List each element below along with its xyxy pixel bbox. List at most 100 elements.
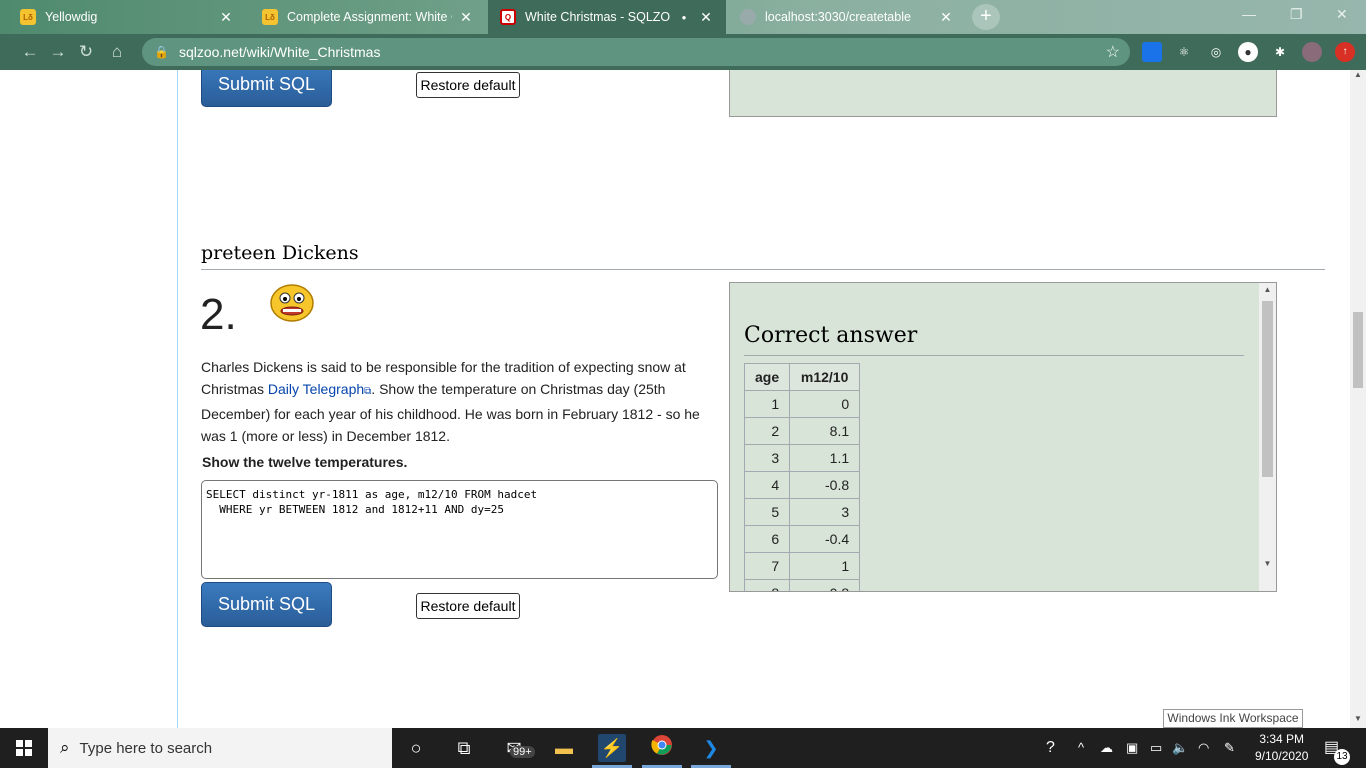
close-icon[interactable]: ✕ — [938, 9, 954, 26]
table-row: 2 8.1 — [743, 417, 861, 445]
table-row: 71 — [743, 552, 861, 580]
tab-yellowdig[interactable]: Lδ Yellowdig ✕ — [8, 0, 246, 34]
table-cell: 8.1 — [789, 417, 861, 445]
table-cell: 1 — [743, 390, 791, 418]
question-number: 2. — [200, 290, 237, 339]
table-cell: 3 — [789, 498, 861, 526]
vscode-icon[interactable]: ❯ — [697, 734, 725, 762]
task-view-icon[interactable]: ⧉ — [450, 734, 478, 762]
browser-tab-bar: Lδ Yellowdig ✕ Lδ Complete Assignment: W… — [0, 0, 1366, 34]
forward-icon[interactable]: → — [46, 40, 70, 64]
restore-window-icon[interactable]: ❐ — [1290, 6, 1303, 23]
react-icon[interactable]: ⚛ — [1174, 42, 1194, 62]
answer-panel[interactable]: Correct answer age m12/10 10 2 8.1 3 1.1 4… — [729, 282, 1277, 592]
tooltip: Windows Ink Workspace — [1163, 709, 1303, 728]
close-icon[interactable]: ✕ — [218, 9, 234, 26]
battery-icon[interactable]: ▭ — [1150, 728, 1162, 768]
tab-complete-assignment[interactable]: Lδ Complete Assignment: White Ch ✕ — [250, 0, 486, 34]
tab-localhost-createtable[interactable]: localhost:3030/createtable ✕ — [728, 0, 966, 34]
start-button[interactable] — [0, 728, 48, 768]
notification-count-badge: 13 — [1334, 749, 1350, 765]
tab-white-christmas-sqlzoo[interactable]: Q White Christmas - SQLZOO ● ✕ — [488, 0, 726, 34]
daily-telegraph-link[interactable]: Daily Telegraph — [268, 381, 364, 397]
pen-icon[interactable]: ✎ — [1224, 728, 1235, 768]
scroll-down-icon[interactable]: ▼ — [1259, 559, 1276, 568]
restore-default-button-previous[interactable]: Restore default — [416, 72, 520, 98]
file-explorer-icon[interactable]: ▬ — [550, 734, 578, 762]
reload-icon[interactable]: ↻ — [74, 40, 98, 64]
audio-dot-icon: ● — [681, 12, 687, 22]
yellowdig-favicon-icon: Lδ — [20, 9, 36, 25]
search-placeholder: Type here to search — [79, 739, 213, 757]
network-monitor-icon[interactable]: ▣ — [1126, 728, 1138, 768]
update-icon[interactable]: ↑ — [1335, 42, 1355, 62]
table-row: 3 1.1 — [743, 444, 861, 472]
table-row: 6 -0.4 — [743, 525, 861, 553]
page-content: Submit SQL Restore default preteen Dicke… — [0, 70, 1350, 728]
minimize-icon[interactable]: — — [1242, 6, 1256, 22]
address-bar[interactable]: 🔒 sqlzoo.net/wiki/White_Christmas ☆ — [142, 38, 1130, 66]
table-cell: 0.8 — [789, 579, 861, 591]
chevron-up-icon[interactable]: ^ — [1078, 728, 1084, 768]
close-window-icon[interactable]: ✕ — [1336, 6, 1348, 23]
question-description: Charles Dickens is said to be responsibl… — [201, 356, 716, 447]
tab-title: White Christmas - SQLZOO — [525, 10, 670, 24]
close-icon[interactable]: ✕ — [698, 9, 714, 26]
back-icon[interactable]: ← — [18, 40, 42, 64]
page-scrollbar[interactable]: ▲ ▼ — [1350, 70, 1366, 728]
cortana-icon[interactable]: ○ — [402, 734, 430, 762]
close-icon[interactable]: ✕ — [458, 9, 474, 26]
target-icon[interactable]: ◎ — [1206, 42, 1226, 62]
table-cell: 7 — [743, 552, 791, 580]
chrome-logo-icon — [651, 735, 672, 755]
answer-title: Correct answer — [744, 323, 918, 348]
divider — [744, 355, 1244, 356]
section-heading: preteen Dickens — [201, 242, 359, 264]
scrollbar-thumb[interactable] — [1353, 312, 1363, 388]
chrome-icon[interactable] — [648, 734, 676, 762]
tab-title: localhost:3030/createtable — [765, 10, 911, 24]
scroll-up-icon[interactable]: ▲ — [1350, 70, 1366, 79]
answer-box-previous — [729, 70, 1277, 117]
table-cell: 5 — [743, 498, 791, 526]
windows-logo-icon — [16, 740, 32, 756]
avatar[interactable] — [1302, 42, 1322, 62]
table-cell: 3 — [743, 444, 791, 472]
sqlzoo-favicon-icon: Q — [500, 9, 516, 25]
table-cell: -0.8 — [789, 471, 861, 499]
system-clock[interactable]: 3:34 PM 9/10/2020 — [1255, 731, 1308, 765]
scroll-down-icon[interactable]: ▼ — [1350, 714, 1366, 723]
volume-icon[interactable]: 🔈 — [1172, 728, 1188, 768]
extension-icon[interactable] — [1142, 42, 1162, 62]
submit-sql-button[interactable]: Submit SQL — [201, 582, 332, 627]
column-header: age — [743, 363, 791, 391]
help-icon[interactable]: ? — [1046, 728, 1055, 768]
clock-date: 9/10/2020 — [1255, 749, 1309, 763]
clock-time: 3:34 PM — [1259, 732, 1305, 746]
scroll-up-icon[interactable]: ▲ — [1259, 285, 1276, 294]
divider — [201, 269, 1325, 270]
submit-sql-button-previous[interactable]: Submit SQL — [201, 70, 332, 107]
scrollbar-thumb[interactable] — [1262, 301, 1273, 477]
assignment-favicon-icon: Lδ — [262, 9, 278, 25]
wifi-icon[interactable]: ◠ — [1198, 728, 1209, 768]
puzzle-icon[interactable]: ✱ — [1270, 42, 1290, 62]
answer-scrollbar[interactable]: ▲ ▼ — [1259, 283, 1276, 591]
sql-input[interactable]: SELECT distinct yr-1811 as age, m12/10 F… — [201, 480, 718, 579]
taskbar-search-box[interactable]: ⌕ Type here to search — [48, 728, 392, 768]
table-cell: 1 — [789, 552, 861, 580]
restore-default-button[interactable]: Restore default — [416, 593, 520, 619]
home-icon[interactable]: ⌂ — [105, 40, 129, 64]
windows-taskbar: ⌕ Type here to search ○ ⧉ ✉ 99+ ▬ ⚡ ❯ ? … — [0, 728, 1366, 768]
bookmark-star-icon[interactable]: ☆ — [1106, 42, 1120, 62]
tab-title: Yellowdig — [45, 10, 98, 24]
mysql-workbench-icon[interactable]: ⚡ — [598, 734, 626, 762]
url-text: sqlzoo.net/wiki/White_Christmas — [178, 44, 381, 60]
new-tab-button[interactable]: + — [972, 4, 1000, 30]
tab-title: Complete Assignment: White Ch — [287, 10, 452, 24]
onedrive-icon[interactable]: ☁ — [1100, 728, 1113, 768]
smiley-face-icon — [270, 284, 314, 322]
mail-badge: 99+ — [510, 746, 535, 758]
table-row: 4 -0.8 — [743, 471, 861, 499]
extension-icon[interactable]: ● — [1238, 42, 1258, 62]
